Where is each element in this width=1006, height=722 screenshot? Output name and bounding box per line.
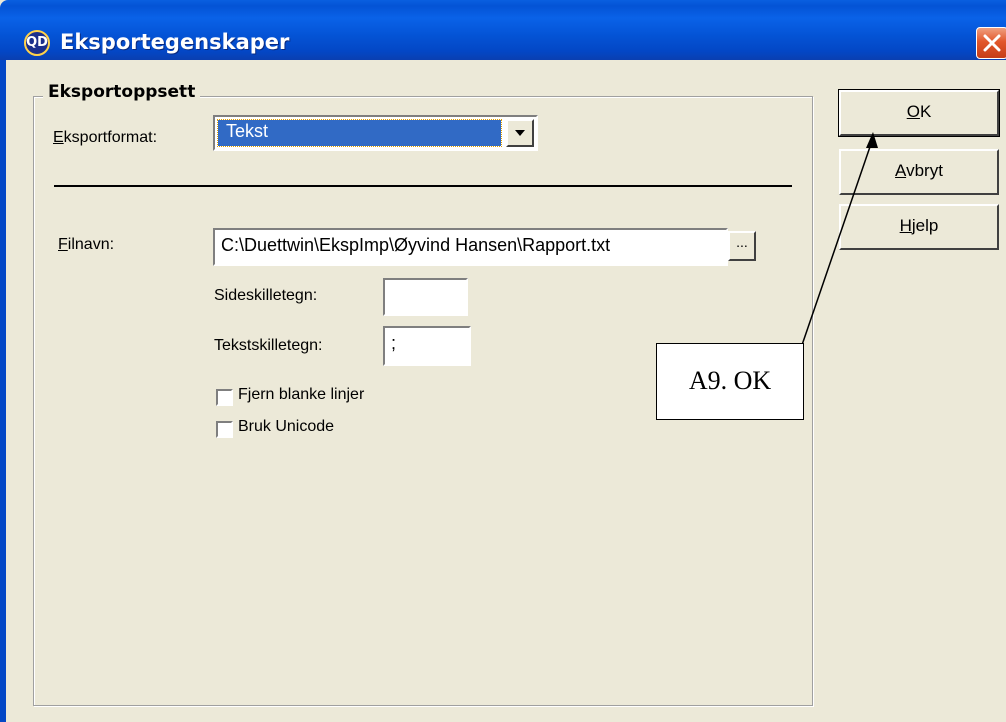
- chevron-down-icon: [515, 130, 525, 136]
- close-icon: [983, 34, 1001, 52]
- group-title: Eksportoppsett: [43, 82, 201, 102]
- export-format-select[interactable]: Tekst: [213, 115, 538, 151]
- export-format-selected-value: Tekst: [217, 119, 502, 147]
- filename-input[interactable]: C:\Duettwin\EkspImp\Øyvind Hansen\Rappor…: [213, 228, 728, 266]
- app-icon: QD: [24, 30, 50, 56]
- page-separator-label: Sideskilletegn:: [214, 287, 318, 304]
- cancel-button[interactable]: Avbryt: [839, 149, 999, 195]
- export-format-label: Eksportformat:: [53, 129, 158, 146]
- text-separator-label: Tekstskilletegn:: [214, 337, 323, 354]
- use-unicode-checkbox[interactable]: [216, 421, 233, 438]
- ok-button[interactable]: OK: [838, 89, 1000, 137]
- section-divider: [54, 185, 792, 187]
- browse-button[interactable]: ...: [728, 231, 756, 261]
- page-separator-input[interactable]: [383, 278, 468, 316]
- remove-blank-lines-label: Fjern blanke linjer: [238, 386, 365, 403]
- annotation-callout: A9. OK: [656, 343, 804, 420]
- close-button[interactable]: [976, 27, 1006, 59]
- use-unicode-label: Bruk Unicode: [238, 418, 335, 435]
- export-format-dropdown-button[interactable]: [506, 119, 534, 147]
- remove-blank-lines-checkbox[interactable]: [216, 389, 233, 406]
- title-bar: QD Eksportegenskaper: [0, 0, 1006, 60]
- window-frame-left: [0, 60, 6, 722]
- window-title: Eksportegenskaper: [60, 30, 290, 54]
- text-separator-input[interactable]: ;: [383, 326, 471, 366]
- filename-label: Filnavn:: [58, 236, 115, 253]
- help-button[interactable]: Hjelp: [839, 204, 999, 250]
